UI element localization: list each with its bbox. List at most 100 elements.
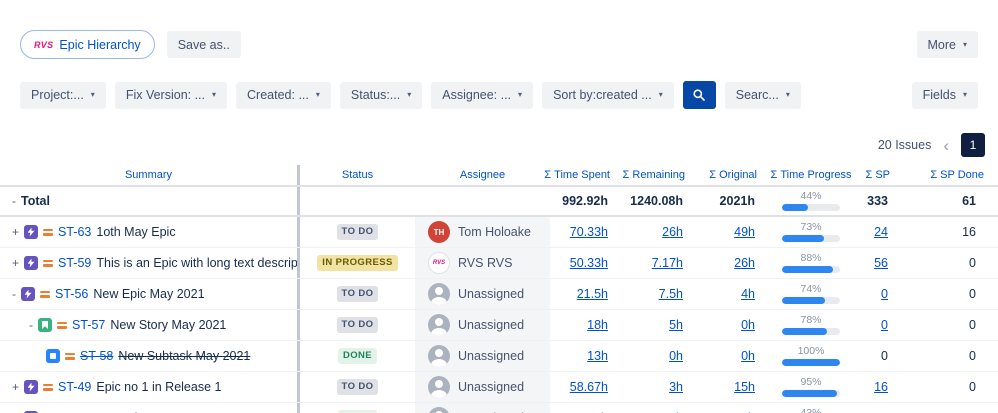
row-toggle[interactable]: + bbox=[12, 256, 19, 270]
sp-done-value: 0 bbox=[969, 349, 976, 363]
fields-button[interactable]: Fields ▾ bbox=[911, 81, 978, 109]
chevron-down-icon: ▾ bbox=[90, 90, 95, 99]
epic-hierarchy-view-button[interactable]: RVS Epic Hierarchy bbox=[20, 30, 155, 59]
rvs-logo-icon: RVS bbox=[34, 39, 54, 50]
time-spent-link[interactable]: 50.33h bbox=[570, 256, 608, 270]
sp-value[interactable]: 24 bbox=[874, 225, 888, 239]
chevron-down-icon: ▾ bbox=[212, 90, 217, 99]
status-lozenge[interactable]: TO DO bbox=[336, 286, 379, 302]
assignee-cell[interactable]: Unassigned bbox=[415, 310, 550, 340]
avatar bbox=[428, 314, 450, 336]
assignee-cell[interactable]: Unassigned bbox=[415, 341, 550, 371]
search-scope-dropdown[interactable]: Searc... ▾ bbox=[724, 81, 801, 109]
save-as-label: Save as.. bbox=[177, 37, 230, 52]
filter-project-dropdown[interactable]: Project:... ▾ bbox=[20, 81, 106, 109]
issue-type-icon bbox=[24, 380, 39, 394]
issue-key[interactable]: ST-59 bbox=[58, 256, 91, 270]
issue-key[interactable]: ST-57 bbox=[72, 318, 105, 332]
column-header-original[interactable]: Σ Original bbox=[695, 165, 767, 185]
sp-value[interactable]: 56 bbox=[874, 256, 888, 270]
assignee-cell[interactable]: TH Tom Holoake bbox=[415, 217, 550, 247]
filter-assignee-dropdown[interactable]: Assignee: ... ▾ bbox=[431, 81, 534, 109]
original-link[interactable]: 0h bbox=[741, 349, 755, 363]
chevron-down-icon: ▾ bbox=[962, 90, 967, 99]
original-cell: 15h bbox=[695, 372, 767, 402]
avatar bbox=[428, 407, 450, 413]
original-link[interactable]: 15h bbox=[734, 380, 755, 394]
issue-key[interactable]: ST-58 bbox=[80, 349, 113, 363]
original-link[interactable]: 26h bbox=[734, 256, 755, 270]
issue-key[interactable]: ST-56 bbox=[55, 287, 88, 301]
progress-percent: 78% bbox=[800, 314, 822, 327]
row-toggle[interactable]: + bbox=[12, 225, 19, 239]
total-status-cell bbox=[300, 187, 415, 215]
priority-medium-icon bbox=[57, 321, 67, 329]
chevron-down-icon: ▾ bbox=[785, 90, 790, 99]
remaining-link[interactable]: 3h bbox=[669, 380, 683, 394]
original-link[interactable]: 0h bbox=[741, 318, 755, 332]
remaining-link[interactable]: 26h bbox=[662, 225, 683, 239]
column-header-time-spent[interactable]: Σ Time Spent bbox=[544, 165, 620, 185]
row-toggle[interactable]: + bbox=[12, 380, 19, 394]
filter-status-dropdown[interactable]: Status:... ▾ bbox=[339, 81, 423, 109]
filter-fix-version-dropdown[interactable]: Fix Version: ... ▾ bbox=[114, 81, 228, 109]
status-lozenge[interactable]: TO DO bbox=[336, 317, 379, 333]
search-button[interactable] bbox=[682, 81, 716, 109]
time-spent-link[interactable]: 70.33h bbox=[570, 225, 608, 239]
column-header-sp[interactable]: Σ SP bbox=[855, 165, 900, 185]
original-link[interactable]: 4h bbox=[741, 287, 755, 301]
sp-value[interactable]: 0 bbox=[881, 318, 888, 332]
filters-toolbar: Project:... ▾ Fix Version: ... ▾ Created… bbox=[20, 81, 978, 109]
assignee-name: Unassigned bbox=[458, 380, 525, 394]
issue-type-icon bbox=[24, 225, 39, 239]
prev-page-icon[interactable]: ‹ bbox=[943, 137, 949, 154]
column-header-sp-done[interactable]: Σ SP Done bbox=[900, 165, 998, 185]
issue-key[interactable]: ST-63 bbox=[58, 225, 91, 239]
sp-cell: 0 bbox=[855, 341, 900, 371]
remaining-link[interactable]: 0h bbox=[669, 349, 683, 363]
remaining-link[interactable]: 7.17h bbox=[652, 256, 683, 270]
sp-value[interactable]: 16 bbox=[874, 380, 888, 394]
column-header-remaining[interactable]: Σ Remaining bbox=[620, 165, 695, 185]
total-original: 2021h bbox=[695, 187, 767, 215]
assignee-cell[interactable]: Unassigned bbox=[415, 403, 550, 413]
status-lozenge[interactable]: TO DO bbox=[336, 224, 379, 240]
sp-value[interactable]: 0 bbox=[881, 287, 888, 301]
column-header-assignee[interactable]: Assignee bbox=[415, 165, 550, 185]
original-cell: 0h bbox=[695, 310, 767, 340]
assignee-cell[interactable]: Unassigned bbox=[415, 372, 550, 402]
status-lozenge[interactable]: TO DO bbox=[336, 379, 379, 395]
time-spent-link[interactable]: 13h bbox=[587, 349, 608, 363]
sp-done-cell: 0 bbox=[900, 372, 998, 402]
progress-fill bbox=[782, 234, 825, 242]
current-page-button[interactable]: 1 bbox=[961, 133, 985, 157]
time-spent-link[interactable]: 18h bbox=[587, 318, 608, 332]
assignee-cell[interactable]: RVS RVS RVS bbox=[415, 248, 550, 278]
sp-done-value: 0 bbox=[969, 380, 976, 394]
filter-created-dropdown[interactable]: Created: ... ▾ bbox=[236, 81, 331, 109]
chevron-down-icon: ▾ bbox=[518, 90, 523, 99]
total-time-spent: 992.92h bbox=[550, 187, 620, 215]
issue-key[interactable]: ST-49 bbox=[58, 380, 91, 394]
status-lozenge[interactable]: IN PROGRESS bbox=[317, 255, 398, 271]
remaining-link[interactable]: 5h bbox=[669, 318, 683, 332]
time-spent-link[interactable]: 58.67h bbox=[570, 380, 608, 394]
status-lozenge[interactable]: DONE bbox=[337, 348, 378, 364]
remaining-link[interactable]: 7.5h bbox=[659, 287, 683, 301]
column-header-time-progress[interactable]: Σ Time Progress bbox=[767, 165, 855, 185]
assignee-cell[interactable]: Unassigned bbox=[415, 279, 550, 309]
total-toggle[interactable]: - bbox=[12, 194, 16, 208]
row-toggle[interactable]: - bbox=[29, 318, 33, 332]
sp-done-value: 16 bbox=[962, 225, 976, 239]
sp-cell: 38 bbox=[855, 403, 900, 413]
sort-by-dropdown[interactable]: Sort by:created ... ▾ bbox=[542, 81, 674, 109]
row-toggle[interactable]: - bbox=[12, 287, 16, 301]
column-header-summary[interactable]: Summary bbox=[0, 165, 300, 185]
original-link[interactable]: 49h bbox=[734, 225, 755, 239]
time-spent-link[interactable]: 21.5h bbox=[577, 287, 608, 301]
more-button[interactable]: More ▾ bbox=[916, 31, 978, 58]
column-header-status[interactable]: Status bbox=[300, 165, 415, 185]
priority-medium-icon bbox=[40, 290, 50, 298]
progress-bar bbox=[782, 265, 840, 273]
save-as-button[interactable]: Save as.. bbox=[166, 31, 241, 58]
